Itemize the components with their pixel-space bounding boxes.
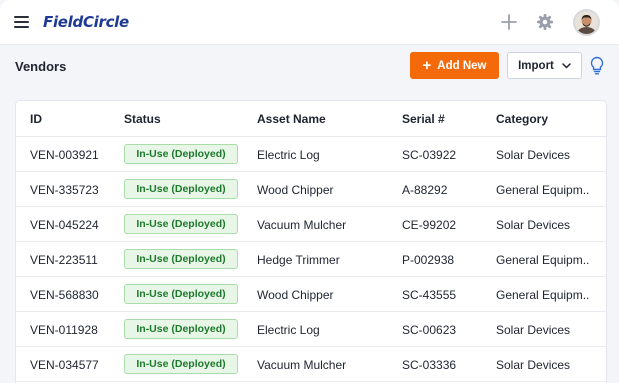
plus-icon: + bbox=[422, 57, 432, 74]
table-header: ID Status Asset Name Serial # Category bbox=[16, 101, 606, 137]
cell-asset-name: Wood Chipper bbox=[257, 183, 334, 197]
table-row[interactable]: VEN-045224 In-Use (Deployed) Vacuum Mulc… bbox=[16, 207, 606, 242]
status-badge: In-Use (Deployed) bbox=[124, 144, 238, 164]
cell-id: VEN-335723 bbox=[30, 183, 99, 197]
table-row[interactable]: VEN-223511 In-Use (Deployed) Hedge Trimm… bbox=[16, 242, 606, 277]
cell-id: VEN-045224 bbox=[30, 218, 99, 232]
cell-serial: SC-00623 bbox=[402, 323, 457, 337]
status-badge: In-Use (Deployed) bbox=[124, 214, 238, 234]
table-row[interactable]: VEN-011928 In-Use (Deployed) Electric Lo… bbox=[16, 312, 606, 347]
app-window: FieldCircle Vendors + Add New Import ID … bbox=[0, 0, 619, 383]
cell-asset-name: Hedge Trimmer bbox=[257, 253, 340, 267]
column-header-asset-name[interactable]: Asset Name bbox=[257, 112, 326, 126]
hamburger-icon[interactable] bbox=[14, 16, 29, 28]
column-header-category[interactable]: Category bbox=[496, 112, 606, 126]
cell-category: General Equipm.. bbox=[496, 288, 590, 302]
cell-asset-name: Electric Log bbox=[257, 148, 320, 162]
column-header-status[interactable]: Status bbox=[124, 112, 161, 126]
cell-serial: SC-03336 bbox=[402, 358, 457, 372]
avatar[interactable] bbox=[573, 9, 600, 36]
table-row[interactable]: VEN-034577 In-Use (Deployed) Vacuum Mulc… bbox=[16, 347, 606, 382]
add-new-button[interactable]: + Add New bbox=[410, 52, 499, 79]
vendors-table: ID Status Asset Name Serial # Category V… bbox=[15, 100, 607, 383]
cell-serial: P-002938 bbox=[402, 253, 455, 267]
table-row[interactable]: VEN-568830 In-Use (Deployed) Wood Chippe… bbox=[16, 277, 606, 312]
add-new-label: Add New bbox=[437, 59, 487, 72]
cell-category: Solar Devices bbox=[496, 148, 571, 162]
cell-id: VEN-568830 bbox=[30, 288, 99, 302]
page-title: Vendors bbox=[15, 59, 67, 74]
cell-serial: CE-99202 bbox=[402, 218, 457, 232]
cell-id: VEN-034577 bbox=[30, 358, 99, 372]
table-row[interactable]: VEN-335723 In-Use (Deployed) Wood Chippe… bbox=[16, 172, 606, 207]
cell-category: General Equipm.. bbox=[496, 183, 590, 197]
column-header-id[interactable]: ID bbox=[30, 112, 42, 126]
table-row[interactable]: VEN-003921 In-Use (Deployed) Electric Lo… bbox=[16, 137, 606, 172]
app-logo[interactable]: FieldCircle bbox=[43, 13, 129, 31]
status-badge: In-Use (Deployed) bbox=[124, 354, 238, 374]
plus-icon[interactable] bbox=[500, 13, 518, 31]
page-header: Vendors + Add New Import bbox=[0, 45, 619, 88]
import-button[interactable]: Import bbox=[507, 52, 582, 79]
cell-id: VEN-011928 bbox=[30, 323, 98, 337]
cell-asset-name: Wood Chipper bbox=[257, 288, 334, 302]
cell-category: Solar Devices bbox=[496, 218, 571, 232]
cell-id: VEN-223511 bbox=[30, 253, 98, 267]
chevron-down-icon bbox=[562, 62, 571, 68]
status-badge: In-Use (Deployed) bbox=[124, 319, 238, 339]
cell-serial: A-88292 bbox=[402, 183, 448, 197]
cell-serial: SC-03922 bbox=[402, 148, 457, 162]
lightbulb-icon[interactable] bbox=[589, 56, 605, 76]
cell-serial: SC-43555 bbox=[402, 288, 457, 302]
column-header-serial[interactable]: Serial # bbox=[402, 112, 445, 126]
cell-category: Solar Devices bbox=[496, 323, 571, 337]
top-navbar: FieldCircle bbox=[0, 0, 619, 45]
gear-icon[interactable] bbox=[536, 13, 554, 31]
cell-category: Solar Devices bbox=[496, 358, 571, 372]
cell-id: VEN-003921 bbox=[30, 148, 99, 162]
cell-asset-name: Vacuum Mulcher bbox=[257, 358, 347, 372]
status-badge: In-Use (Deployed) bbox=[124, 284, 238, 304]
status-badge: In-Use (Deployed) bbox=[124, 249, 238, 269]
import-label: Import bbox=[518, 59, 554, 72]
cell-asset-name: Electric Log bbox=[257, 323, 320, 337]
status-badge: In-Use (Deployed) bbox=[124, 179, 238, 199]
cell-category: General Equipm.. bbox=[496, 253, 590, 267]
cell-asset-name: Vacuum Mulcher bbox=[257, 218, 347, 232]
